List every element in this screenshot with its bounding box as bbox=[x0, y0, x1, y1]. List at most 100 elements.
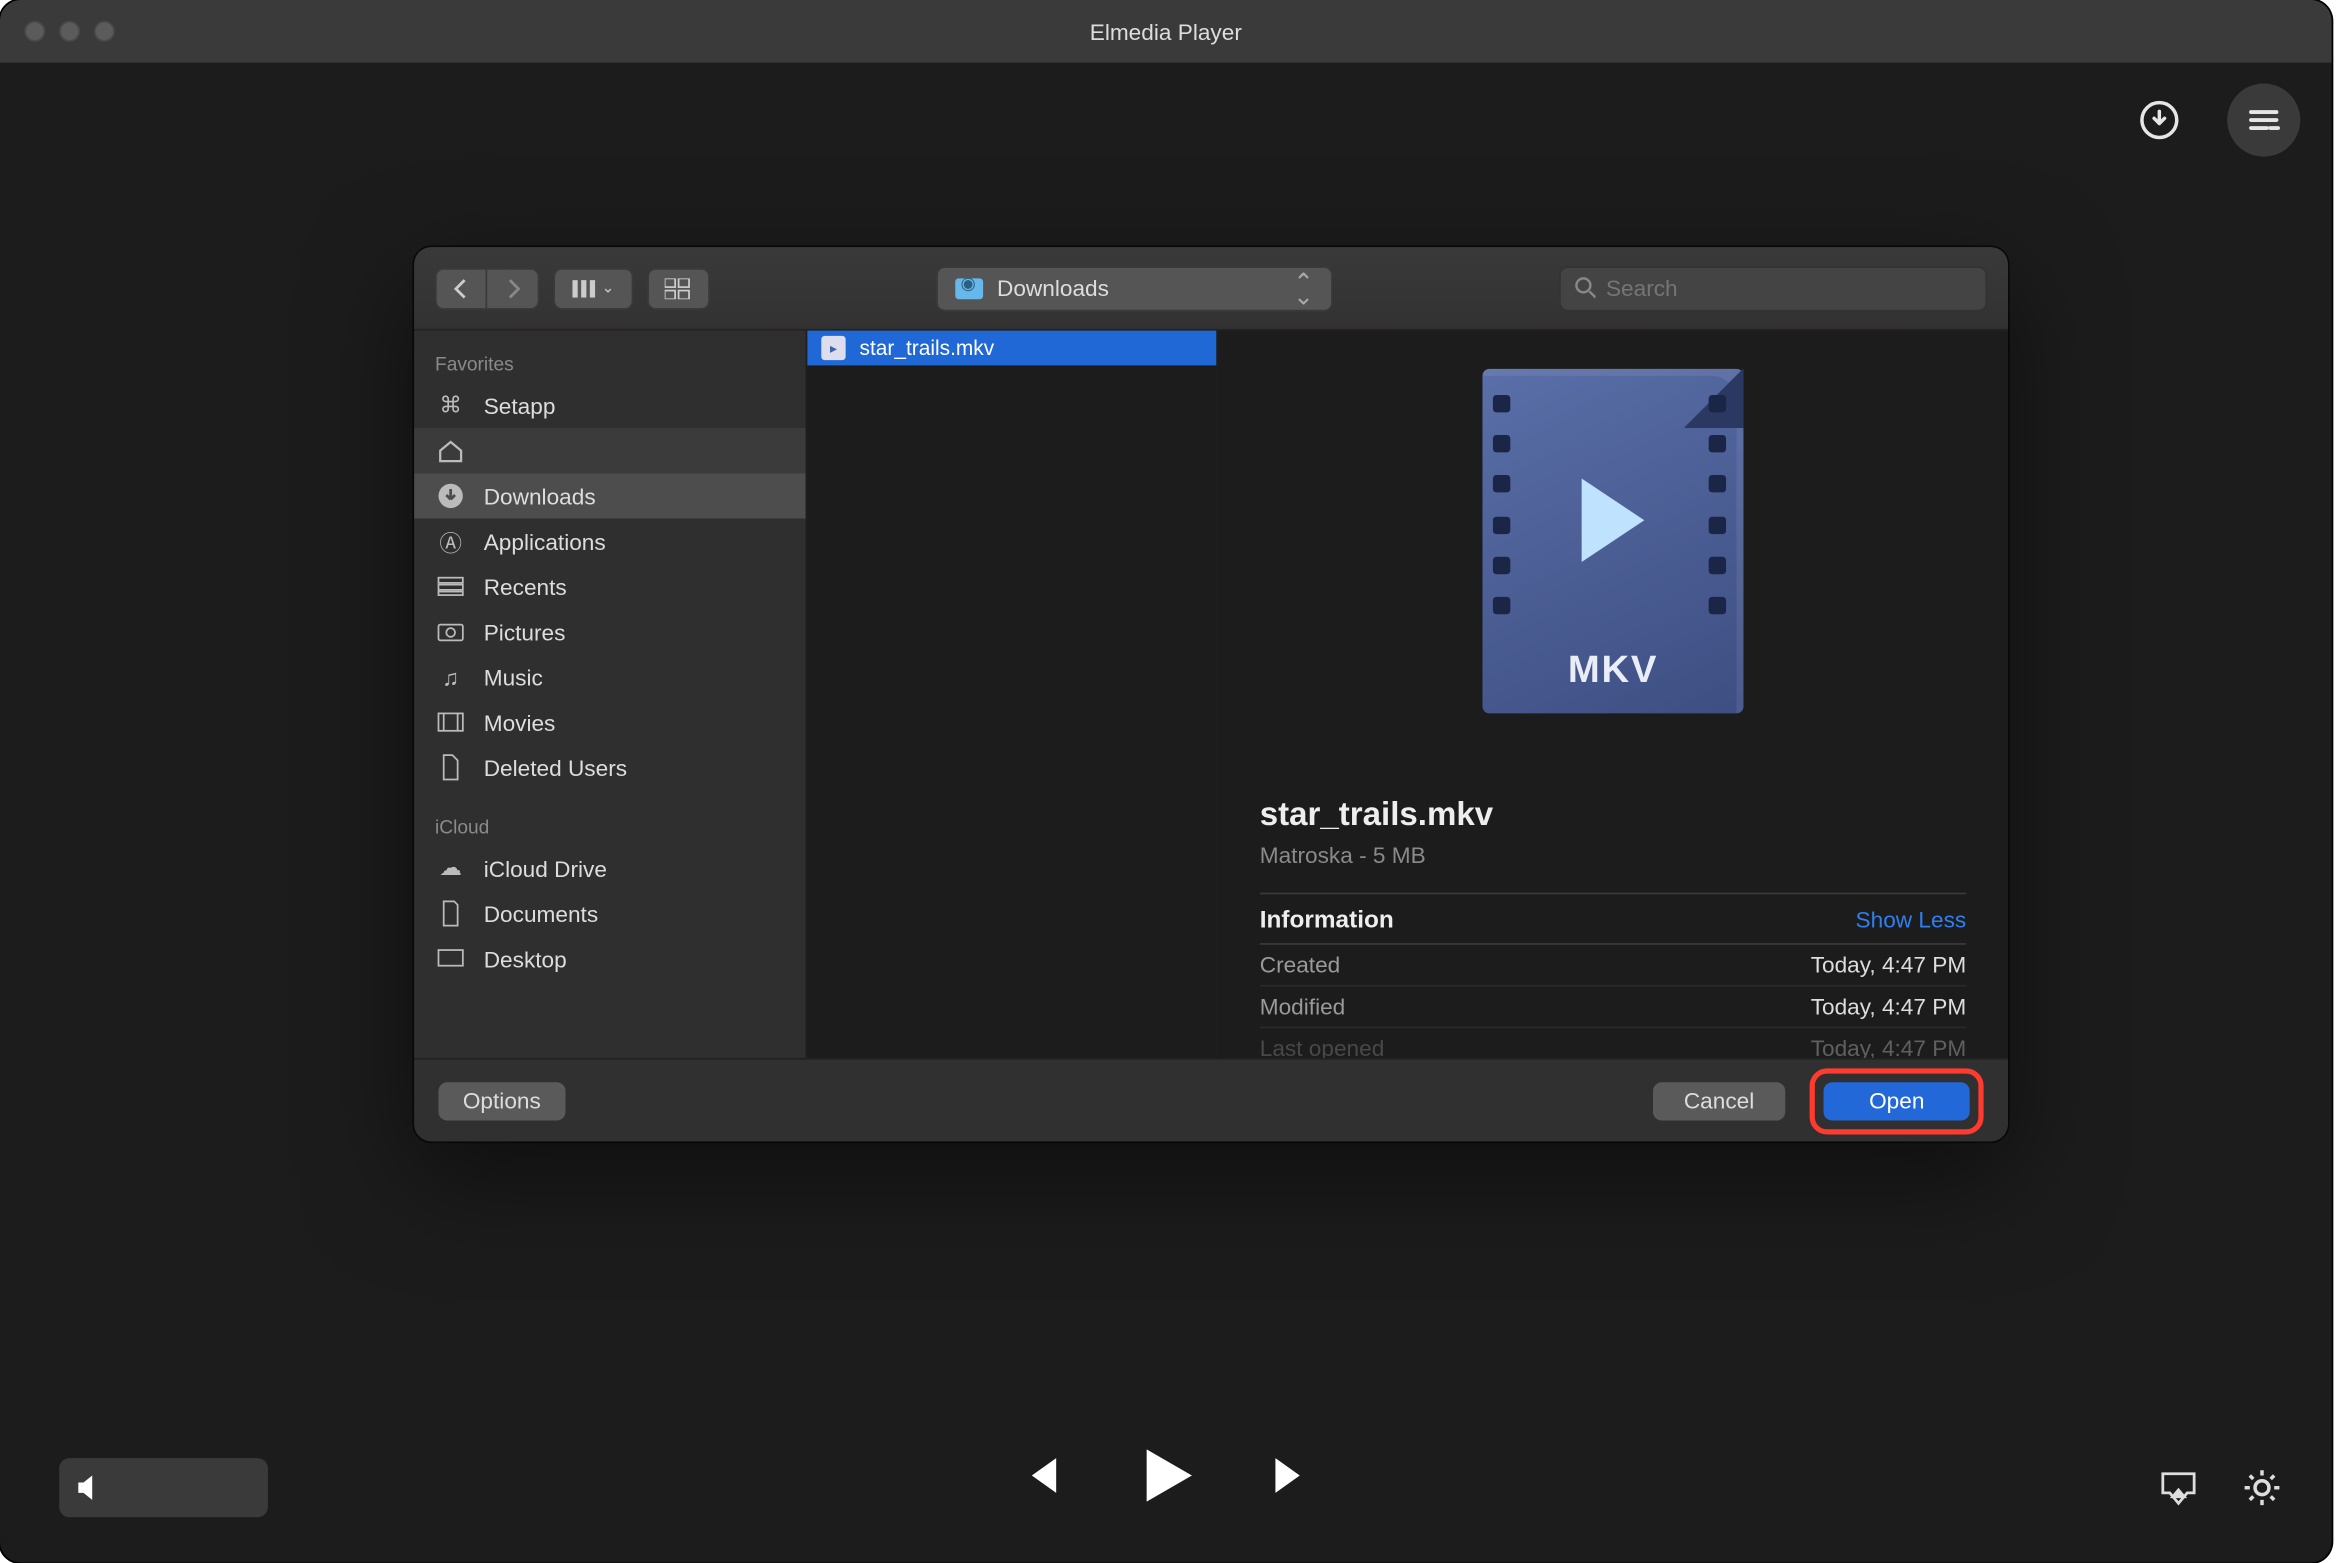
info-row: CreatedToday, 4:47 PM bbox=[1260, 945, 1966, 987]
location-popup[interactable]: Downloads ⌃⌄ bbox=[936, 265, 1333, 310]
music-icon: ♫ bbox=[435, 663, 466, 691]
app-window: Elmedia Player ⌄ Downloa bbox=[0, 0, 2332, 1563]
dialog-footer: Options Cancel Open bbox=[414, 1058, 2008, 1142]
pictures-icon bbox=[435, 618, 466, 646]
download-circle-icon bbox=[2138, 99, 2180, 141]
cancel-button[interactable]: Cancel bbox=[1653, 1081, 1786, 1119]
search-icon bbox=[1575, 277, 1596, 300]
preview-subtitle: Matroska - 5 MB bbox=[1260, 842, 1966, 868]
traffic-lights bbox=[24, 21, 114, 42]
preview-filename: star_trails.mkv bbox=[1260, 797, 1966, 835]
sidebar: Favorites ⌘ Setapp Downloads ⒶApplication… bbox=[414, 331, 807, 1058]
sidebar-item-icloud-drive[interactable]: ☁ iCloud Drive bbox=[414, 846, 806, 891]
airplay-button[interactable] bbox=[2158, 1469, 2200, 1516]
info-value: Today, 4:47 PM bbox=[1811, 952, 1967, 978]
home-icon bbox=[435, 437, 466, 465]
sidebar-item-label: Movies bbox=[484, 709, 556, 735]
sidebar-item-label: Downloads bbox=[484, 483, 596, 509]
sidebar-item-deleted-users[interactable]: Deleted Users bbox=[414, 745, 806, 790]
chevron-down-icon: ⌄ bbox=[602, 278, 615, 297]
info-value: Today, 4:47 PM bbox=[1811, 994, 1967, 1020]
sidebar-item-pictures[interactable]: Pictures bbox=[414, 609, 806, 654]
sidebar-item-recents[interactable]: Recents bbox=[414, 564, 806, 609]
downloads-folder-icon bbox=[955, 278, 983, 299]
close-window-button[interactable] bbox=[24, 21, 45, 42]
group-icon bbox=[665, 278, 693, 299]
preview-icon-wrap: MKV bbox=[1260, 369, 1966, 714]
desktop-icon bbox=[435, 945, 466, 973]
group-button[interactable] bbox=[647, 267, 710, 309]
options-button[interactable]: Options bbox=[438, 1081, 565, 1119]
sidebar-item-documents[interactable]: Documents bbox=[414, 891, 806, 936]
open-button[interactable]: Open bbox=[1824, 1081, 1970, 1119]
video-file-icon bbox=[821, 336, 845, 360]
titlebar: Elmedia Player bbox=[0, 0, 2332, 63]
sidebar-item-label: Desktop bbox=[484, 946, 567, 972]
sidebar-item-movies[interactable]: Movies bbox=[414, 699, 806, 744]
sidebar-heading-icloud: iCloud bbox=[414, 807, 806, 845]
file-column: star_trails.mkv bbox=[807, 331, 1218, 1058]
dialog-body: Favorites ⌘ Setapp Downloads ⒶApplication… bbox=[414, 331, 2008, 1058]
download-button[interactable] bbox=[2123, 84, 2196, 157]
mkv-file-icon: MKV bbox=[1482, 369, 1743, 714]
cancel-label: Cancel bbox=[1684, 1088, 1754, 1114]
sidebar-item-home[interactable] bbox=[414, 428, 806, 473]
sidebar-item-label: Setapp bbox=[484, 392, 556, 418]
next-icon bbox=[1268, 1451, 1317, 1500]
sidebar-item-applications[interactable]: ⒶApplications bbox=[414, 519, 806, 564]
playlist-icon bbox=[2245, 101, 2283, 139]
play-button[interactable] bbox=[1133, 1442, 1199, 1517]
sidebar-item-desktop[interactable]: Desktop bbox=[414, 936, 806, 981]
info-row: Last opened Today, 4:47 PM bbox=[1260, 1028, 1966, 1058]
movies-icon bbox=[435, 708, 466, 736]
open-button-highlight: Open bbox=[1810, 1067, 1984, 1133]
sidebar-heading-favorites: Favorites bbox=[414, 345, 806, 383]
show-less-link[interactable]: Show Less bbox=[1856, 906, 1967, 932]
search-input[interactable] bbox=[1606, 275, 1971, 301]
minimize-window-button[interactable] bbox=[59, 21, 80, 42]
info-header: Information Show Less bbox=[1260, 893, 1966, 945]
top-right-icons bbox=[2123, 84, 2300, 157]
previous-icon bbox=[1014, 1451, 1063, 1500]
folder-icon bbox=[435, 753, 466, 781]
chevron-left-icon bbox=[452, 278, 469, 299]
sidebar-item-music[interactable]: ♫Music bbox=[414, 654, 806, 699]
sidebar-item-label: Deleted Users bbox=[484, 754, 627, 780]
player-controls bbox=[0, 1442, 2332, 1517]
playlist-button[interactable] bbox=[2227, 84, 2300, 157]
info-key: Modified bbox=[1260, 994, 1346, 1020]
sidebar-item-label: Pictures bbox=[484, 619, 566, 645]
sidebar-item-setapp[interactable]: ⌘ Setapp bbox=[414, 383, 806, 428]
dialog-toolbar: ⌄ Downloads ⌃⌄ bbox=[414, 247, 2008, 331]
open-label: Open bbox=[1869, 1088, 1924, 1114]
info-title: Information bbox=[1260, 905, 1394, 933]
sidebar-item-label: Recents bbox=[484, 573, 567, 599]
nav-buttons bbox=[435, 267, 539, 309]
info-key: Last opened bbox=[1260, 1035, 1385, 1058]
zoom-window-button[interactable] bbox=[94, 21, 115, 42]
documents-icon bbox=[435, 900, 466, 928]
info-value: Today, 4:47 PM bbox=[1811, 1035, 1967, 1058]
sidebar-item-label: iCloud Drive bbox=[484, 855, 607, 881]
file-name: star_trails.mkv bbox=[860, 336, 995, 360]
applications-icon: Ⓐ bbox=[435, 527, 466, 555]
setapp-icon: ⌘ bbox=[435, 392, 466, 420]
sidebar-item-downloads[interactable]: Downloads bbox=[414, 473, 806, 518]
columns-icon bbox=[572, 278, 596, 299]
preview-pane: MKV star_trails.mkv Matroska - 5 MB Info… bbox=[1218, 331, 2008, 1058]
info-row: Modified Today, 4:47 PM bbox=[1260, 987, 1966, 1029]
sidebar-item-label: Documents bbox=[484, 900, 598, 926]
bottom-right-icons bbox=[2158, 1467, 2283, 1517]
next-button[interactable] bbox=[1268, 1451, 1317, 1508]
view-mode-button[interactable]: ⌄ bbox=[553, 267, 633, 309]
previous-button[interactable] bbox=[1014, 1451, 1063, 1508]
settings-button[interactable] bbox=[2241, 1467, 2283, 1517]
play-icon bbox=[1133, 1442, 1199, 1508]
icloud-icon: ☁ bbox=[435, 854, 466, 882]
file-row[interactable]: star_trails.mkv bbox=[807, 331, 1216, 366]
updown-chevron-icon: ⌃⌄ bbox=[1293, 274, 1313, 302]
search-field[interactable] bbox=[1559, 265, 1987, 310]
gear-icon bbox=[2241, 1467, 2283, 1509]
forward-button[interactable] bbox=[487, 267, 539, 309]
back-button[interactable] bbox=[435, 267, 487, 309]
